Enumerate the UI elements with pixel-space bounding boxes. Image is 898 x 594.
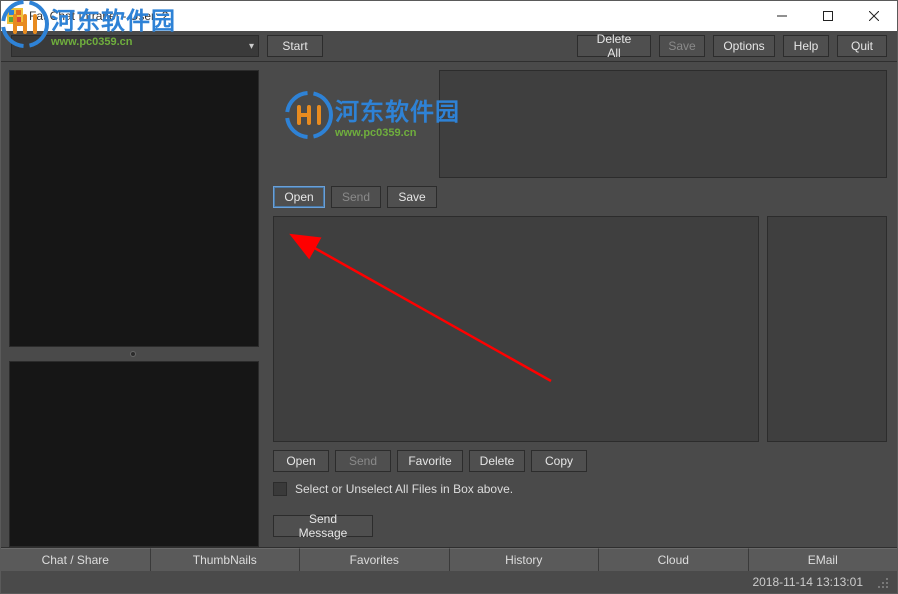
bottom-tabs: Chat / Share ThumbNails Favorites Histor…	[1, 547, 897, 571]
app-window: Fat Chat Intranet - User: 2 ▾ Start Dele…	[0, 0, 898, 594]
image-send-button[interactable]: Send	[331, 186, 381, 208]
file-favorite-button[interactable]: Favorite	[397, 450, 463, 472]
tab-email[interactable]: EMail	[749, 548, 898, 571]
file-copy-button[interactable]: Copy	[531, 450, 587, 472]
tab-history[interactable]: History	[450, 548, 600, 571]
file-list-box[interactable]	[273, 216, 759, 442]
tab-thumbnails[interactable]: ThumbNails	[151, 548, 301, 571]
right-pane: Open Send Save Open Send Favorite Delete…	[265, 62, 897, 547]
chat-input-box[interactable]	[9, 361, 259, 547]
image-save-button[interactable]: Save	[387, 186, 437, 208]
maximize-button[interactable]	[805, 1, 851, 31]
file-delete-button[interactable]: Delete	[469, 450, 525, 472]
file-open-button[interactable]: Open	[273, 450, 329, 472]
chevron-down-icon: ▾	[249, 41, 254, 52]
titlebar: Fat Chat Intranet - User: 2	[1, 1, 897, 31]
resize-grip-icon[interactable]	[875, 575, 889, 589]
send-message-button[interactable]: Send Message	[273, 515, 373, 537]
close-button[interactable]	[851, 1, 897, 31]
chat-display[interactable]	[9, 70, 259, 347]
window-title: Fat Chat Intranet - User: 2	[29, 9, 168, 23]
app-icon	[7, 8, 23, 24]
user-combo[interactable]: ▾	[11, 35, 259, 57]
tab-favorites[interactable]: Favorites	[300, 548, 450, 571]
file-send-button[interactable]: Send	[335, 450, 391, 472]
content-area: Open Send Save Open Send Favorite Delete…	[1, 61, 897, 547]
left-pane	[1, 62, 265, 547]
statusbar: 2018-11-14 13:13:01	[1, 571, 897, 593]
select-all-checkbox[interactable]	[273, 482, 287, 496]
tab-cloud[interactable]: Cloud	[599, 548, 749, 571]
image-open-button[interactable]: Open	[273, 186, 325, 208]
file-detail-box[interactable]	[767, 216, 887, 442]
image-thumbnail	[273, 70, 431, 178]
tab-chat-share[interactable]: Chat / Share	[1, 548, 151, 571]
image-preview[interactable]	[439, 70, 887, 178]
options-button[interactable]: Options	[713, 35, 775, 57]
help-button[interactable]: Help	[783, 35, 829, 57]
quit-button[interactable]: Quit	[837, 35, 887, 57]
save-button[interactable]: Save	[659, 35, 705, 57]
main-toolbar: ▾ Start Delete All Save Options Help Qui…	[1, 31, 897, 61]
minimize-button[interactable]	[759, 1, 805, 31]
pane-splitter[interactable]	[7, 349, 259, 359]
select-all-label: Select or Unselect All Files in Box abov…	[295, 482, 513, 496]
start-button[interactable]: Start	[267, 35, 323, 57]
delete-all-button[interactable]: Delete All	[577, 35, 651, 57]
status-timestamp: 2018-11-14 13:13:01	[752, 575, 863, 589]
